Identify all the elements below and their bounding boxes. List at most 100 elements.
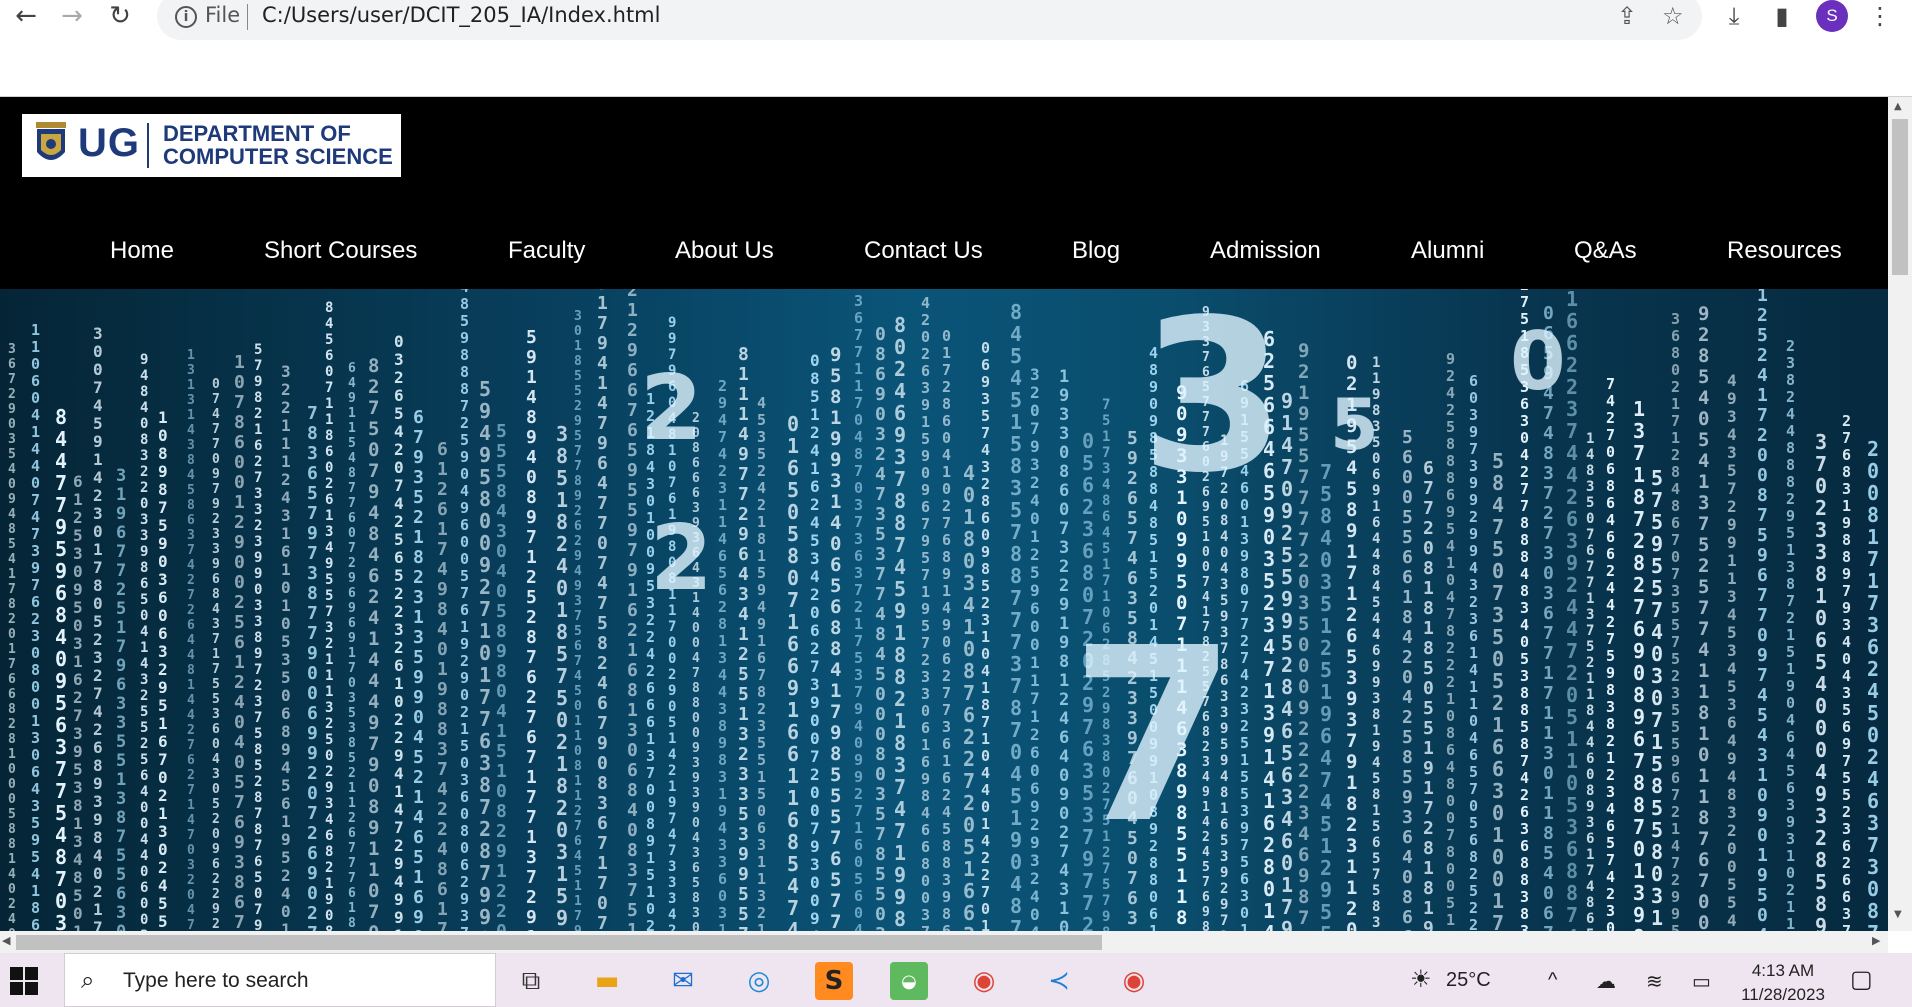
logo-ug-text: UG bbox=[78, 121, 140, 165]
wifi-icon[interactable]: ≋ bbox=[1646, 969, 1663, 994]
digital-rain-column: 069357432860985231041871044014227015 bbox=[981, 339, 990, 931]
logo-line-1: DEPARTMENT OF bbox=[163, 121, 351, 146]
digital-rain-column: 3672903540948541782017668281000588140240 bbox=[8, 342, 16, 931]
digital-rain-column: 677208181850551917281819 bbox=[1423, 458, 1434, 931]
digital-rain-column: 61253095031627395381348501 bbox=[73, 472, 83, 931]
digital-rain-column: 208666393643140047880093939043658300 bbox=[692, 411, 700, 931]
profile-avatar[interactable]: S bbox=[1816, 0, 1848, 32]
taskbar-search-box[interactable]: ⌕ Type here to search bbox=[64, 953, 496, 1007]
digital-rain-column: 92195577772035000922223469874 bbox=[1298, 340, 1309, 931]
digital-rain-column: 017286041027689149062773616245883986 bbox=[942, 327, 951, 931]
department-logo[interactable]: UG DEPARTMENT OF COMPUTER SCIENCE bbox=[22, 114, 401, 177]
digital-rain-column: 2768319889793404356975523626637 bbox=[1842, 412, 1851, 931]
digital-rain-column: 212966765955979162168130684083751 bbox=[627, 289, 638, 931]
app-icon-green[interactable]: ◒ bbox=[890, 962, 928, 1000]
digital-rain-column: 0869032473537748450008035785503 bbox=[875, 324, 886, 931]
forward-icon[interactable]: → bbox=[52, 0, 92, 32]
chrome-profile-icon[interactable]: ◉ bbox=[1115, 962, 1153, 1000]
digital-rain-column: 5914894089712528762767177137291 bbox=[526, 327, 537, 931]
scroll-right-arrow-icon[interactable]: ▶ bbox=[1872, 934, 1880, 947]
digital-rain-column: 80246937887459188218374719987 bbox=[894, 313, 906, 931]
digital-rain-column: 0326542074256522326102294147294991 bbox=[394, 332, 404, 931]
windows-taskbar: ⌕ Type here to search ⧉ ▬ ✉ ◎ S ◒ ◉ ≺ ◉ … bbox=[0, 953, 1912, 1007]
sublime-text-icon[interactable]: S bbox=[815, 962, 853, 1000]
tray-chevron-up-icon[interactable]: ^ bbox=[1548, 969, 1557, 992]
digital-rain-large-digit: 5 bbox=[1330, 384, 1379, 466]
vertical-scroll-thumb[interactable] bbox=[1892, 119, 1908, 275]
nav-qas[interactable]: Q&As bbox=[1574, 237, 1637, 265]
info-icon[interactable]: i bbox=[175, 6, 197, 28]
chrome-icon[interactable]: ◉ bbox=[965, 962, 1003, 1000]
onedrive-cloud-icon[interactable]: ☁ bbox=[1596, 969, 1616, 994]
weather-icon[interactable]: ☀ bbox=[1410, 965, 1432, 994]
nav-contact-us[interactable]: Contact Us bbox=[864, 237, 983, 265]
main-navigation: Home Short Courses Faculty About Us Cont… bbox=[0, 227, 1888, 277]
ug-crest-icon bbox=[36, 122, 66, 160]
logo-department-name: DEPARTMENT OF COMPUTER SCIENCE bbox=[163, 122, 393, 168]
browser-toolbar: ← → ↻ i File C:/Users/user/DCIT_205_IA/I… bbox=[0, 0, 1912, 97]
nav-admission[interactable]: Admission bbox=[1210, 237, 1321, 265]
edge-browser-icon[interactable]: ◎ bbox=[740, 962, 778, 1000]
digital-rain-column: 07477097923396843717553604305209622927 bbox=[212, 377, 220, 931]
vscode-icon[interactable]: ≺ bbox=[1040, 962, 1078, 1000]
digital-rain-column: 57982162733239903389723758528787650791 bbox=[254, 342, 262, 931]
taskbar-clock[interactable]: 4:13 AM 11/28/2023 bbox=[1733, 959, 1833, 1007]
digital-rain-column: 649115487760729696917035385211267776185 bbox=[348, 361, 356, 931]
share-icon[interactable]: ⇪ bbox=[1617, 2, 1637, 30]
url-text[interactable]: C:/Users/user/DCIT_205_IA/Index.html bbox=[262, 3, 660, 27]
digital-rain-column: 5847507350521663010017 bbox=[1492, 449, 1504, 931]
side-panel-icon[interactable]: ▮ bbox=[1764, 0, 1800, 32]
bookmark-star-icon[interactable]: ☆ bbox=[1662, 2, 1684, 30]
task-view-icon[interactable]: ⧉ bbox=[512, 962, 550, 1000]
nav-short-courses[interactable]: Short Courses bbox=[264, 237, 417, 265]
digital-rain-large-digit: 2 bbox=[640, 356, 703, 461]
digital-rain-column: 9484083220339865041432552564004406003 bbox=[140, 352, 148, 931]
digital-rain-column: 6039739929943236141104657056825226 bbox=[1469, 372, 1478, 931]
nav-home[interactable]: Home bbox=[110, 237, 174, 265]
horizontal-scroll-thumb[interactable] bbox=[16, 935, 1102, 950]
mail-icon[interactable]: ✉ bbox=[664, 962, 702, 1000]
address-bar[interactable]: i File C:/Users/user/DCIT_205_IA/Index.h… bbox=[157, 0, 1702, 40]
notifications-icon[interactable]: ▢ bbox=[1850, 965, 1873, 994]
nav-about-us[interactable]: About Us bbox=[675, 237, 774, 265]
download-icon[interactable]: ⤓ bbox=[1716, 0, 1752, 32]
site-header: UG DEPARTMENT OF COMPUTER SCIENCE Home S… bbox=[0, 97, 1888, 289]
digital-rain-column: 928540541375257741181011876700 bbox=[1698, 303, 1709, 931]
digital-rain-column: 6126174984019883742248617 bbox=[437, 439, 448, 931]
scroll-left-arrow-icon[interactable]: ◀ bbox=[2, 934, 10, 947]
battery-icon[interactable]: ▭ bbox=[1692, 969, 1711, 994]
reload-icon[interactable]: ↻ bbox=[100, 0, 140, 32]
digital-rain-column: 836771170487037363721753794099271605604 bbox=[854, 289, 863, 931]
logo-divider bbox=[147, 123, 149, 168]
digital-rain-column: 5759557403071585580318 bbox=[1651, 466, 1663, 931]
menu-kebab-icon[interactable]: ⋮ bbox=[1862, 0, 1898, 32]
digital-rain-column: 20081717362450246373087 bbox=[1867, 437, 1879, 931]
digital-rain-column: 016505807166916611685474 bbox=[787, 412, 799, 931]
digital-rain-column: 3007459142301780523274268939840217 bbox=[93, 324, 103, 931]
horizontal-scrollbar[interactable]: ◀ ▶ bbox=[0, 931, 1888, 953]
digital-rain-column: 37023381065400049328589 bbox=[1815, 430, 1827, 931]
nav-alumni[interactable]: Alumni bbox=[1411, 237, 1484, 265]
digital-rain-column: 7584035125196474512955 bbox=[1320, 460, 1332, 931]
digital-rain-graphic: 3672903540948541782017668281000588140240… bbox=[8, 289, 1879, 931]
digital-rain-column: 1371872827690896788701399 bbox=[1633, 397, 1645, 931]
digital-rain-column: 166223744263924472051105368874 bbox=[1566, 289, 1578, 931]
digital-rain-column: 49343572991134534536494832005547 bbox=[1727, 371, 1737, 931]
search-placeholder: Type here to search bbox=[123, 969, 309, 992]
digital-rain-column: 844779596840956377548703 bbox=[55, 405, 67, 931]
file-explorer-icon[interactable]: ▬ bbox=[588, 962, 626, 1000]
nav-blog[interactable]: Blog bbox=[1072, 237, 1120, 265]
omnibox-divider bbox=[247, 4, 248, 30]
vertical-scrollbar[interactable]: ▲ ▼ bbox=[1888, 97, 1912, 931]
weather-temperature[interactable]: 25°C bbox=[1446, 969, 1491, 992]
digital-rain-column: 385182401857502182031592 bbox=[556, 422, 568, 931]
windows-start-icon[interactable] bbox=[10, 967, 38, 995]
digital-rain-column: 108987590360632951670213024559 bbox=[158, 408, 168, 931]
scroll-down-arrow-icon[interactable]: ▼ bbox=[1894, 909, 1906, 921]
back-icon[interactable]: ← bbox=[6, 0, 46, 32]
scroll-up-arrow-icon[interactable]: ▲ bbox=[1894, 101, 1906, 113]
digital-rain-column: 45352421815949167823551506311321 bbox=[757, 394, 766, 931]
nav-resources[interactable]: Resources bbox=[1727, 237, 1842, 265]
nav-faculty[interactable]: Faculty bbox=[508, 237, 585, 265]
digital-rain-column: 811149772964341255132335399557 bbox=[738, 344, 749, 931]
